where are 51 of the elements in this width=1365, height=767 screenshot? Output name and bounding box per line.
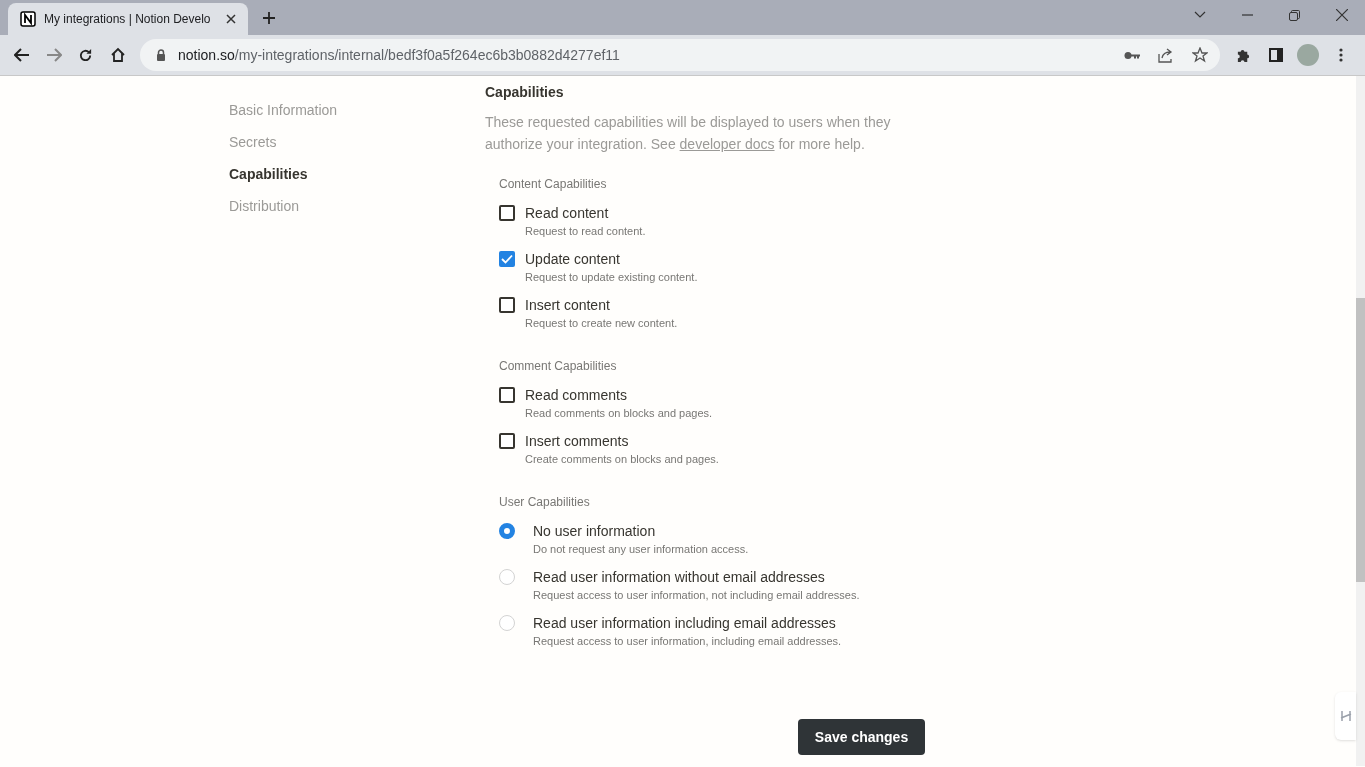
option-label: Read user information without email addresses: [533, 568, 826, 587]
option-description: Request to read content.: [525, 224, 646, 239]
url-text: notion.so/my-integrations/internal/bedf3f0a5f264ec6b3b0882d4277ef11: [178, 45, 620, 65]
close-icon[interactable]: [1336, 9, 1348, 21]
checkbox[interactable]: [499, 297, 515, 313]
reload-icon[interactable]: [78, 47, 93, 63]
forward-arrow-icon[interactable]: [46, 48, 62, 62]
section-title: Capabilities: [485, 83, 565, 102]
group-heading: User Capabilities: [499, 494, 591, 511]
group-heading: Content Capabilities: [499, 176, 608, 193]
option-description: Request access to user information, not including email addresses.: [533, 588, 860, 603]
option-label: Read content: [525, 204, 610, 223]
star-icon[interactable]: [1192, 47, 1208, 63]
option-description: Request access to user information, including email addresses.: [533, 634, 842, 649]
chevron-down-icon[interactable]: [1194, 11, 1206, 19]
option-label: Read user information including email addresses: [533, 614, 837, 633]
more-menu-icon[interactable]: [1339, 48, 1343, 62]
save-button[interactable]: Save changes: [798, 719, 925, 755]
option-description: Read comments on blocks and pages.: [525, 406, 713, 421]
browser-tab[interactable]: My integrations | Notion Develo: [8, 3, 248, 35]
option-label: Read comments: [525, 386, 628, 405]
checkbox[interactable]: [499, 387, 515, 403]
home-icon[interactable]: [110, 47, 126, 63]
scrollbar-thumb[interactable]: [1356, 298, 1365, 582]
checkbox[interactable]: [499, 433, 515, 449]
option-description: Request to create new content.: [525, 316, 678, 331]
new-tab-icon[interactable]: [263, 12, 275, 24]
option-label: Insert content: [525, 296, 611, 315]
description-text: These requested capabilities will be displayed to users when they authorize your integration. See developer docs for more help.: [485, 113, 892, 154]
notion-logo-icon: [20, 11, 36, 27]
option-description: Create comments on blocks and pages.: [525, 452, 719, 467]
puzzle-piece-icon[interactable]: [1236, 47, 1251, 63]
key-icon[interactable]: [1124, 50, 1140, 60]
checkbox[interactable]: [499, 205, 515, 221]
close-icon[interactable]: [226, 14, 236, 24]
checkbox[interactable]: [499, 251, 515, 267]
option-description: Request to update existing content.: [525, 270, 698, 285]
radio-button[interactable]: [499, 523, 515, 539]
lock-icon: [156, 49, 166, 61]
back-arrow-icon[interactable]: [14, 48, 30, 62]
group-heading: Comment Capabilities: [499, 358, 618, 375]
address-bar[interactable]: notion.so/my-integrations/internal/bedf3f0a5f264ec6b3b0882d4277ef11: [140, 39, 1220, 71]
tab-title: My integrations | Notion Develo: [44, 11, 212, 28]
option-label: No user information: [533, 522, 657, 541]
option-label: Update content: [525, 250, 621, 269]
restore-icon[interactable]: [1289, 9, 1300, 21]
share-icon[interactable]: [1158, 47, 1174, 63]
option-label: Insert comments: [525, 432, 630, 451]
sidebar-item[interactable]: Capabilities: [229, 164, 308, 185]
side-panel-icon[interactable]: [1269, 48, 1283, 62]
option-description: Do not request any user information access.: [533, 542, 749, 557]
